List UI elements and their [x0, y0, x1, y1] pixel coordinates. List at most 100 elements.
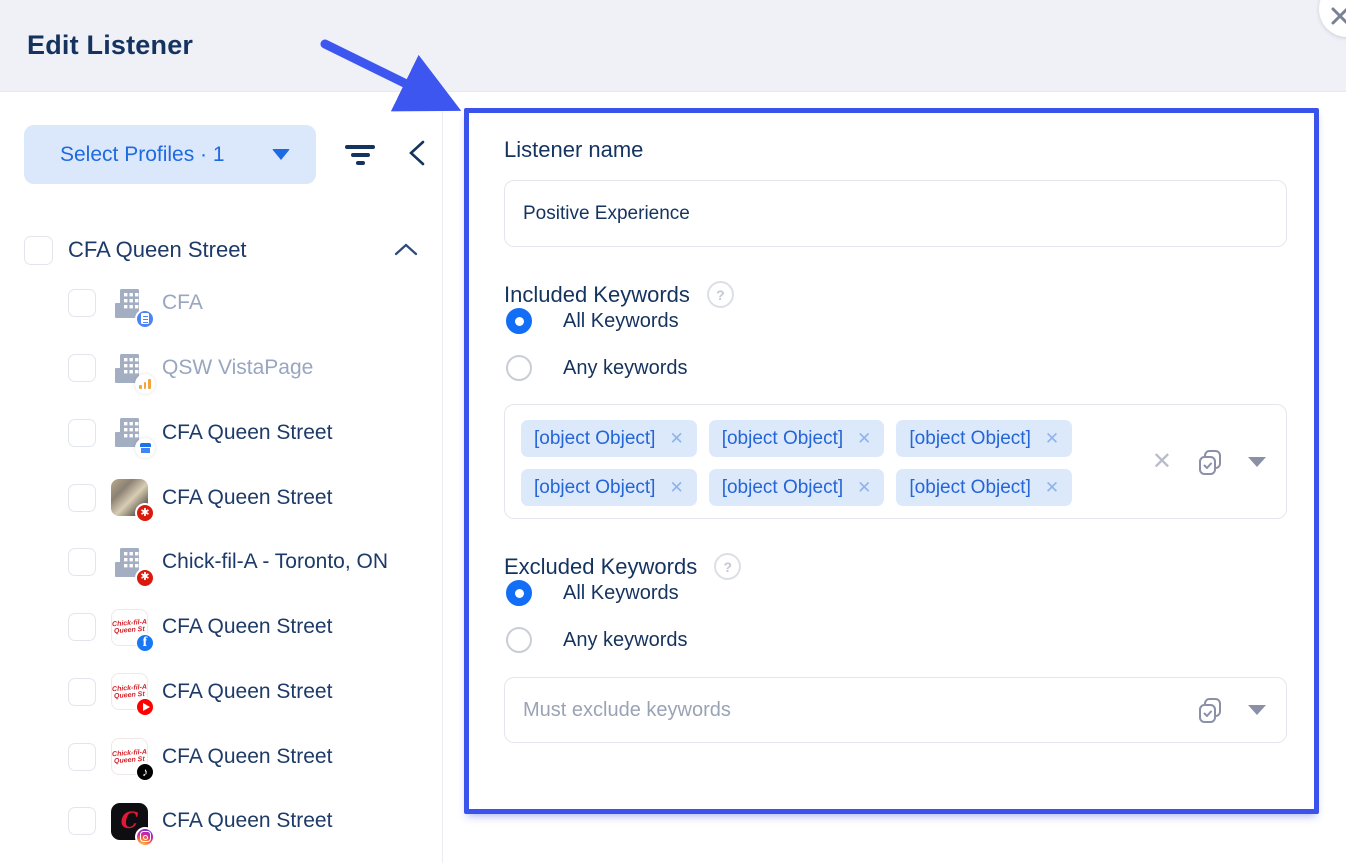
- expand-keywords-icon[interactable]: [1248, 705, 1266, 715]
- excluded-keywords-radio-group: All Keywords Any keywords: [504, 580, 1287, 653]
- network-badge-icon: ✱: [135, 503, 155, 523]
- profile-checkbox[interactable]: [68, 743, 96, 771]
- keyword-chip: [object Object] ✕: [896, 469, 1072, 506]
- filter-icon: [345, 145, 375, 149]
- profile-checkbox[interactable]: [68, 289, 96, 317]
- profile-avatar: Chick-fil-AQueen St C: [111, 803, 148, 840]
- select-profiles-label: Select Profiles · 1: [60, 143, 225, 167]
- profile-label: Chick-fil-A - Toronto, ON: [162, 550, 388, 574]
- chevron-left-icon: [406, 138, 428, 168]
- analytics-badge-icon: [139, 379, 150, 389]
- profile-avatar: Chick-fil-AQueen St C f: [111, 609, 148, 646]
- profile-checkbox[interactable]: [68, 354, 96, 382]
- profile-row[interactable]: Chick-fil-AQueen St C ♪ CFA Queen Street: [0, 724, 443, 789]
- included-keywords-title: Included Keywords: [504, 282, 690, 308]
- close-icon: [1330, 6, 1346, 26]
- profile-avatar: Chick-fil-AQueen St C ♪: [111, 738, 148, 775]
- keyword-chip: [object Object] ✕: [709, 469, 885, 506]
- network-badge-icon: ♪: [135, 762, 155, 782]
- radio-option[interactable]: All Keywords: [506, 308, 1287, 334]
- keyword-chip: [object Object] ✕: [896, 420, 1072, 457]
- expand-keywords-icon[interactable]: [1248, 457, 1266, 467]
- profile-label: CFA Queen Street: [162, 680, 332, 704]
- profile-row[interactable]: Chick-fil-AQueen St C CFA Queen Street: [0, 401, 443, 466]
- profile-checkbox[interactable]: [68, 613, 96, 641]
- collapse-sidebar-button[interactable]: [400, 135, 434, 175]
- profile-list: Chick-fil-AQueen St C CFA: [0, 271, 443, 854]
- profile-checkbox[interactable]: [68, 678, 96, 706]
- profile-label: CFA Queen Street: [162, 745, 332, 769]
- remove-keyword-icon[interactable]: ✕: [1045, 429, 1059, 449]
- network-badge-icon: [135, 438, 155, 458]
- remove-keyword-icon[interactable]: ✕: [669, 478, 683, 498]
- profile-label: CFA Queen Street: [162, 486, 332, 510]
- filter-button[interactable]: [338, 133, 382, 177]
- group-checkbox[interactable]: [24, 236, 53, 265]
- included-keywords-field[interactable]: [object Object] ✕ [object Object] ✕ [obj…: [504, 404, 1287, 519]
- radio-icon[interactable]: [506, 355, 532, 381]
- radio-label: All Keywords: [563, 310, 679, 333]
- document-badge-icon: [141, 313, 149, 324]
- chevron-up-icon: [393, 241, 419, 257]
- select-profiles-dropdown[interactable]: Select Profiles · 1: [24, 125, 316, 184]
- network-badge-icon: [135, 309, 155, 329]
- profile-avatar: Chick-fil-AQueen St C: [111, 414, 148, 451]
- clear-all-keywords-icon[interactable]: ✕: [1152, 450, 1172, 474]
- profile-label: CFA Queen Street: [162, 809, 332, 833]
- keyword-chip: [object Object] ✕: [521, 420, 697, 457]
- copy-select-icon[interactable]: [1196, 696, 1224, 724]
- radio-option[interactable]: Any keywords: [506, 355, 1287, 381]
- profile-label: CFA Queen Street: [162, 421, 332, 445]
- radio-icon[interactable]: [506, 627, 532, 653]
- included-keywords-radio-group: All Keywords Any keywords: [504, 308, 1287, 381]
- profile-avatar: Chick-fil-AQueen St C: [111, 673, 148, 710]
- caret-down-icon: [272, 149, 290, 160]
- dialog-header: Edit Listener: [0, 0, 1346, 92]
- radio-icon[interactable]: [506, 308, 532, 334]
- radio-icon[interactable]: [506, 580, 532, 606]
- remove-keyword-icon[interactable]: ✕: [669, 429, 683, 449]
- remove-keyword-icon[interactable]: ✕: [857, 429, 871, 449]
- profile-row[interactable]: Chick-fil-AQueen St C CFA Queen Street: [0, 789, 443, 854]
- instagram-badge-icon: [140, 831, 151, 842]
- excluded-keywords-title: Excluded Keywords: [504, 554, 697, 580]
- help-icon[interactable]: ?: [707, 281, 734, 308]
- radio-option[interactable]: All Keywords: [506, 580, 1287, 606]
- page-title: Edit Listener: [27, 30, 193, 61]
- network-badge-icon: [135, 374, 155, 394]
- excluded-keywords-field[interactable]: [504, 677, 1287, 743]
- collapse-group-button[interactable]: [393, 241, 419, 260]
- profile-label: QSW VistaPage: [162, 356, 313, 380]
- copy-select-icon[interactable]: [1196, 448, 1224, 476]
- profile-row[interactable]: Chick-fil-AQueen St C f CFA Queen Street: [0, 595, 443, 660]
- keyword-chip-label: [object Object]: [722, 428, 843, 450]
- profile-label: CFA Queen Street: [162, 615, 332, 639]
- profile-row[interactable]: Chick-fil-AQueen St C CFA: [0, 271, 443, 336]
- profile-checkbox[interactable]: [68, 807, 96, 835]
- profile-avatar: Chick-fil-AQueen St C ✱: [111, 479, 148, 516]
- listener-name-label: Listener name: [504, 137, 1287, 163]
- keyword-chip-label: [object Object]: [534, 477, 655, 499]
- profile-checkbox[interactable]: [68, 419, 96, 447]
- radio-option[interactable]: Any keywords: [506, 627, 1287, 653]
- exclude-keywords-input[interactable]: [523, 699, 1136, 722]
- keyword-chip: [object Object] ✕: [709, 420, 885, 457]
- help-icon[interactable]: ?: [714, 553, 741, 580]
- profile-row[interactable]: Chick-fil-AQueen St C ✱ Chick-fil-A - To…: [0, 530, 443, 595]
- profiles-sidebar: Select Profiles · 1 CFA Queen Street: [0, 93, 443, 863]
- profile-row[interactable]: Chick-fil-AQueen St C QSW VistaPage: [0, 336, 443, 401]
- profile-row[interactable]: Chick-fil-AQueen St C ✱ CFA Queen Street: [0, 465, 443, 530]
- network-badge-icon: f: [135, 633, 155, 653]
- remove-keyword-icon[interactable]: ✕: [857, 478, 871, 498]
- profile-checkbox[interactable]: [68, 548, 96, 576]
- profile-row[interactable]: Chick-fil-AQueen St C CFA Queen Street: [0, 660, 443, 725]
- listener-name-input[interactable]: [504, 180, 1287, 247]
- keyword-chip-label: [object Object]: [909, 477, 1030, 499]
- youtube-badge-icon: [143, 703, 150, 711]
- radio-label: All Keywords: [563, 582, 679, 605]
- google-business-badge-icon: [140, 443, 151, 453]
- keyword-chip-label: [object Object]: [534, 428, 655, 450]
- profile-checkbox[interactable]: [68, 484, 96, 512]
- remove-keyword-icon[interactable]: ✕: [1045, 478, 1059, 498]
- network-badge-icon: [135, 827, 155, 847]
